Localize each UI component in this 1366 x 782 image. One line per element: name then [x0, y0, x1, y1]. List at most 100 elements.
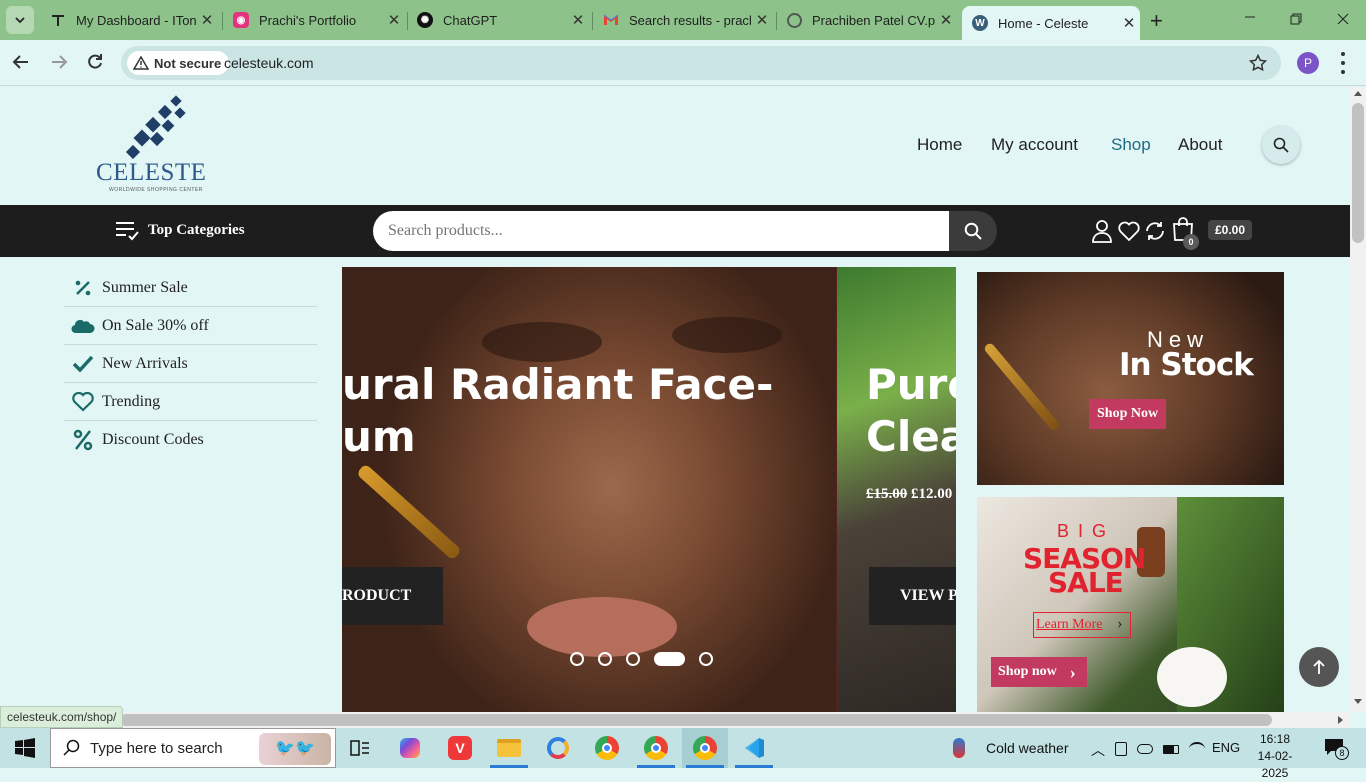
back-to-top-button[interactable] [1299, 647, 1339, 687]
tab-portfolio[interactable]: ◉ Prachi's Portfolio ✕ [223, 6, 405, 34]
tab-celeste-active[interactable]: W Home - Celeste ✕ [962, 6, 1140, 40]
horizontal-scrollbar[interactable] [0, 712, 1350, 728]
back-button[interactable] [12, 54, 30, 75]
address-bar[interactable]: Not secure celesteuk.com [121, 46, 1281, 80]
portfolio-icon: ◉ [233, 12, 249, 28]
weather-label: Cold weather [986, 740, 1069, 756]
promo-big-season-sale[interactable]: BIG SEASON SALE Learn More › Shop now › [977, 497, 1284, 712]
hero-slider[interactable]: ural Radiant Face- um RODUCT Pure Clea £… [342, 267, 956, 712]
cart-button[interactable]: 0 [1170, 215, 1202, 250]
promo-in-stock-label: In Stock [1119, 347, 1254, 383]
language-indicator[interactable]: ENG [1212, 740, 1240, 755]
compare-refresh-icon[interactable] [1144, 220, 1166, 242]
wishlist-heart-icon[interactable] [1118, 221, 1140, 241]
sidebar-item-summer-sale[interactable]: Summer Sale [64, 269, 317, 307]
promo-shop-now-button[interactable]: Shop Now [1089, 399, 1167, 429]
close-tab-icon[interactable]: ✕ [567, 11, 589, 29]
product-search-input[interactable] [373, 211, 949, 251]
chrome-profile-icon[interactable] [642, 734, 670, 762]
new-tab-button[interactable]: + [1150, 8, 1163, 34]
app-ring-icon[interactable] [544, 734, 572, 762]
user-account-icon[interactable] [1091, 219, 1113, 243]
site-logo[interactable]: CELESTE WORLDWIDE SHOPPING CENTER [92, 95, 214, 195]
slide-2-view-product-button[interactable]: VIEW P [869, 567, 956, 625]
browser-menu-icon[interactable] [1340, 52, 1346, 74]
nav-shop[interactable]: Shop [1111, 135, 1151, 155]
weather-widget[interactable]: Cold weather [953, 728, 1069, 768]
category-search-bar: Top Categories 0 £0.00 [0, 205, 1350, 257]
restore-button[interactable] [1289, 12, 1303, 26]
slider-dot-3[interactable] [626, 652, 640, 666]
close-tab-icon[interactable]: ✕ [935, 11, 957, 29]
notification-count-badge: 8 [1335, 746, 1349, 760]
scroll-up-arrow[interactable] [1354, 91, 1362, 96]
vertical-scrollbar[interactable] [1350, 87, 1366, 712]
forward-button[interactable] [50, 54, 68, 75]
tab-label: Prachiben Patel CV.p [812, 12, 935, 28]
scroll-down-arrow[interactable] [1354, 699, 1362, 704]
tab-label: My Dashboard - ITon [76, 12, 196, 28]
sidebar-item-discount-codes[interactable]: Discount Codes [64, 421, 317, 459]
tab-gmail[interactable]: Search results - prach ✕ [593, 6, 773, 34]
top-categories-toggle[interactable]: Top Categories [115, 219, 245, 241]
taskbar-search-placeholder: Type here to search [90, 739, 223, 757]
reload-button[interactable] [86, 53, 104, 76]
chevron-right-icon: › [1117, 615, 1123, 632]
slide-1-title-line1: ural Radiant Face- [342, 360, 774, 409]
vscode-icon[interactable] [740, 734, 768, 762]
slide-2-price: £15.00 £12.00 [866, 486, 952, 503]
scrollbar-thumb[interactable] [1352, 103, 1364, 243]
tab-search-button[interactable] [6, 6, 34, 34]
header-search-button[interactable] [1262, 126, 1300, 164]
promo-shop-now-button[interactable]: Shop now › [991, 657, 1087, 687]
webpage: CELESTE WORLDWIDE SHOPPING CENTER Home M… [0, 87, 1350, 712]
tab-itonics[interactable]: My Dashboard - ITon ✕ [40, 6, 218, 34]
clock[interactable]: 16:18 14-02-2025 [1245, 731, 1305, 782]
tab-chatgpt[interactable]: ✺ ChatGPT ✕ [407, 6, 589, 34]
battery-icon [1163, 744, 1179, 754]
slide-1-view-product-button[interactable]: RODUCT [342, 567, 443, 625]
promo-new-in-stock[interactable]: New In Stock Shop Now [977, 272, 1284, 485]
file-explorer-icon[interactable] [495, 734, 523, 762]
tab-cv[interactable]: Prachiben Patel CV.p ✕ [777, 6, 957, 34]
url-text[interactable]: celesteuk.com [224, 55, 313, 71]
taskbar-search-box[interactable]: Type here to search 🐦🐦 [50, 728, 336, 768]
vivaldi-icon[interactable]: V [446, 734, 474, 762]
sidebar-item-new-arrivals[interactable]: New Arrivals [64, 345, 317, 383]
tray-chevron-up-icon[interactable]: ︿ [1091, 740, 1105, 760]
nav-my-account[interactable]: My account [991, 135, 1078, 155]
cart-total[interactable]: £0.00 [1208, 220, 1253, 240]
notification-center-button[interactable]: 8 [1324, 738, 1349, 760]
slider-dot-4-active[interactable] [654, 652, 685, 666]
nav-about[interactable]: About [1178, 135, 1222, 155]
bookmark-star-icon[interactable] [1249, 54, 1267, 72]
slider-dot-2[interactable] [598, 652, 612, 666]
clock-time: 16:18 [1259, 732, 1291, 746]
close-tab-icon[interactable]: ✕ [751, 11, 773, 29]
close-window-button[interactable] [1336, 12, 1350, 26]
chrome-icon[interactable] [593, 734, 621, 762]
sidebar-item-label: On Sale 30% off [102, 316, 209, 334]
profile-avatar[interactable]: P [1297, 52, 1319, 74]
not-secure-chip[interactable]: Not secure [127, 51, 230, 75]
task-view-icon[interactable] [346, 734, 374, 762]
sidebar-item-trending[interactable]: Trending [64, 383, 317, 421]
windows-taskbar: Type here to search 🐦🐦 V Cold weather ︿ … [0, 728, 1366, 780]
minimize-button[interactable] [1243, 10, 1257, 24]
start-button[interactable] [11, 734, 39, 762]
scrollbar-thumb[interactable] [120, 714, 1272, 726]
close-tab-icon[interactable]: ✕ [196, 11, 218, 29]
slide-1-image [342, 267, 836, 712]
promo-learn-more-link[interactable]: Learn More › [1033, 612, 1132, 638]
slider-dot-1[interactable] [570, 652, 584, 666]
slider-dot-5[interactable] [699, 652, 713, 666]
nav-home[interactable]: Home [917, 135, 962, 155]
sidebar-item-on-sale[interactable]: On Sale 30% off [64, 307, 317, 345]
scroll-right-arrow[interactable] [1338, 716, 1343, 724]
product-search-button[interactable] [949, 211, 997, 251]
tray-system-icons[interactable] [1115, 740, 1205, 758]
copilot-icon[interactable] [396, 734, 424, 762]
close-tab-icon[interactable]: ✕ [383, 11, 405, 29]
chrome-active-icon[interactable] [691, 734, 719, 762]
close-tab-icon[interactable]: ✕ [1118, 14, 1140, 32]
